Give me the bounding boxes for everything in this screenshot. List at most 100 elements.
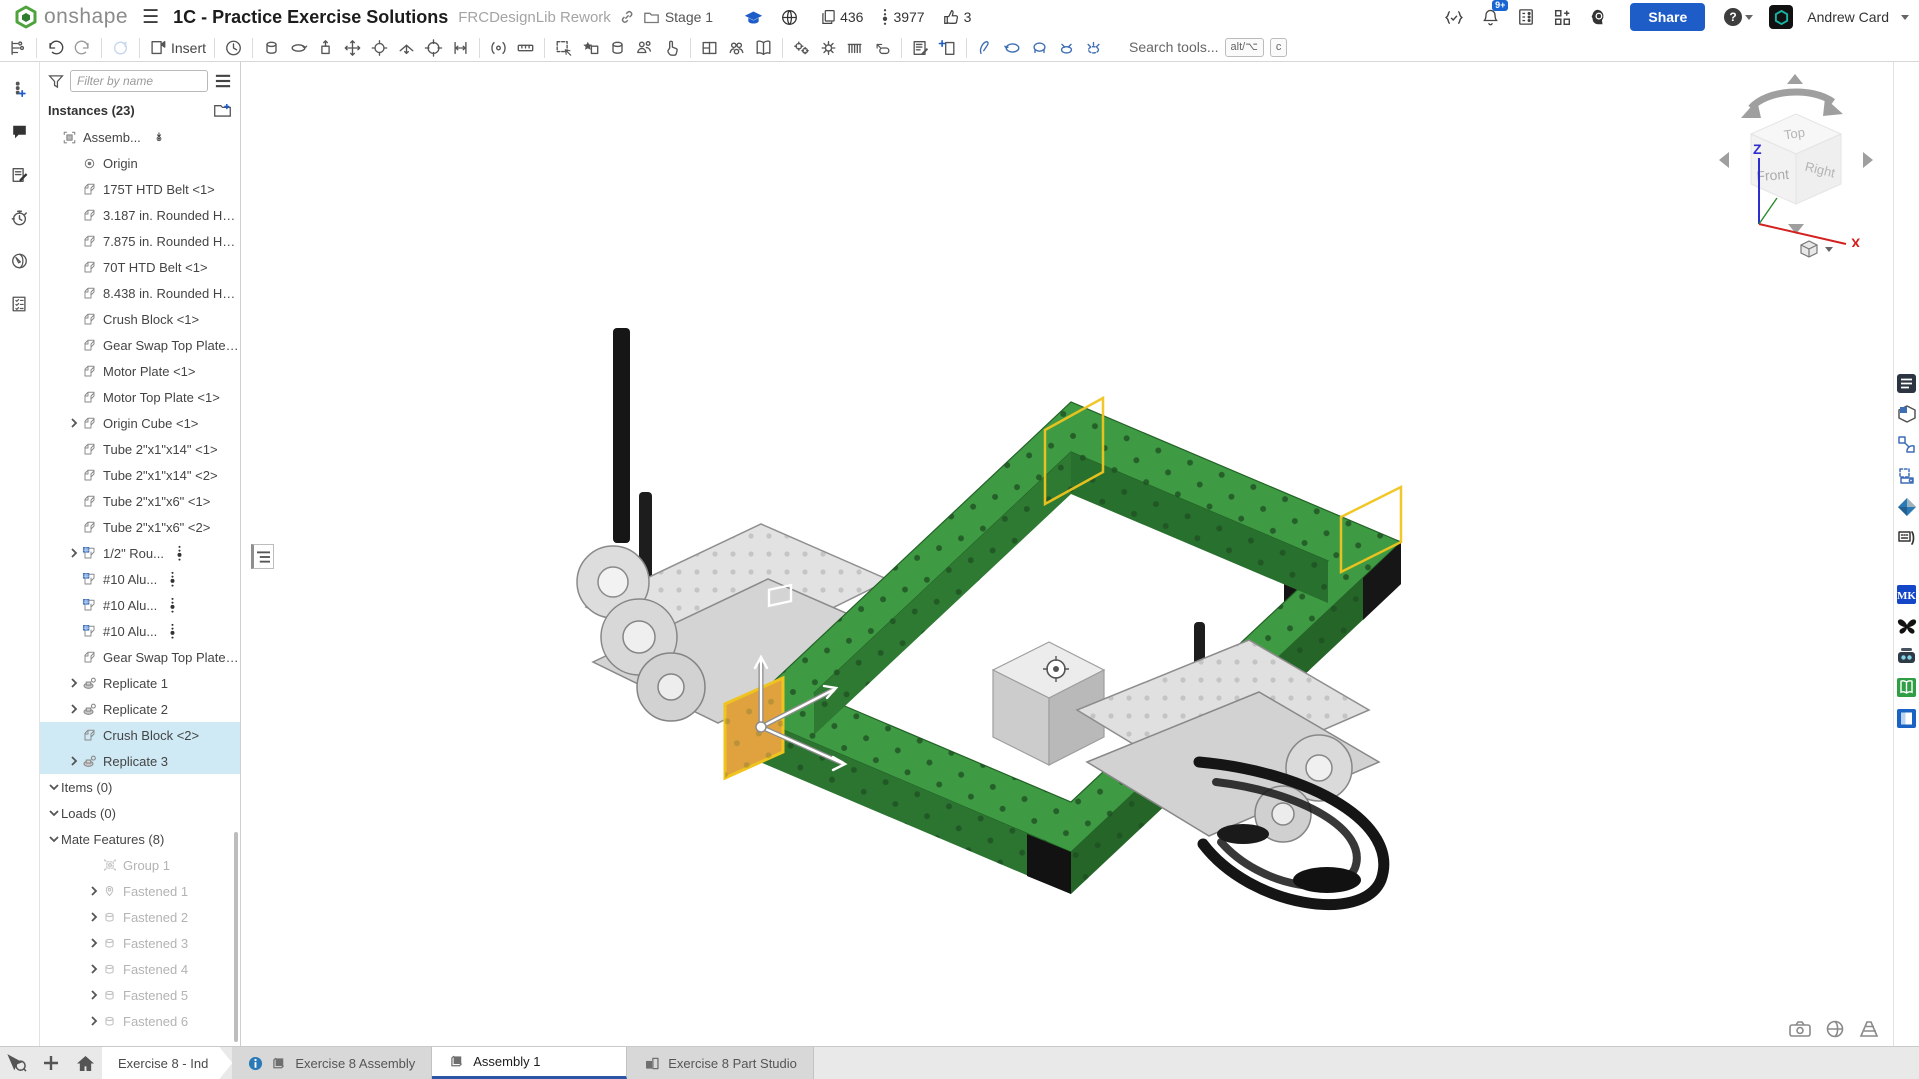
tree-row[interactable]: Tube 2"x1"x14" <2> bbox=[40, 462, 240, 488]
add-tab-button[interactable] bbox=[34, 1047, 68, 1079]
avatar[interactable] bbox=[1769, 5, 1793, 29]
undo-button[interactable] bbox=[42, 35, 69, 61]
copies-stat[interactable]: 436 bbox=[821, 9, 863, 25]
perspective-grid-icon[interactable] bbox=[1859, 1020, 1879, 1038]
tree-section-loads[interactable]: Loads (0) bbox=[40, 800, 240, 826]
expand-chevron-icon[interactable] bbox=[66, 704, 81, 714]
favorites-part-button[interactable] bbox=[577, 35, 604, 61]
assembly-structure-button[interactable] bbox=[4, 35, 31, 61]
tree-row[interactable]: 3.187 in. Rounded Hex... bbox=[40, 202, 240, 228]
workspace-chip[interactable]: Stage 1 bbox=[643, 9, 713, 25]
frame-part-app-button[interactable] bbox=[1896, 465, 1918, 487]
move-part-button[interactable] bbox=[339, 35, 366, 61]
pattern-dots-icon[interactable] bbox=[169, 623, 176, 640]
panel-layout-button[interactable] bbox=[696, 35, 723, 61]
named-views-button[interactable] bbox=[750, 35, 777, 61]
tree-row[interactable]: Assemb... bbox=[40, 124, 240, 150]
expand-chevron-icon[interactable] bbox=[66, 678, 81, 688]
code-check-icon[interactable] bbox=[1440, 4, 1468, 30]
tab-exercise-8-part-studio[interactable]: Exercise 8 Part Studio bbox=[627, 1047, 814, 1079]
translate-button[interactable] bbox=[393, 35, 420, 61]
likes-stat[interactable]: 3 bbox=[943, 9, 972, 25]
pattern-dots-icon[interactable] bbox=[176, 545, 183, 562]
revert-box-button[interactable] bbox=[869, 35, 896, 61]
globe-icon[interactable] bbox=[775, 4, 803, 30]
version-graph-button[interactable] bbox=[7, 248, 33, 274]
home-tab-button[interactable] bbox=[68, 1047, 102, 1079]
burst-blue-button[interactable] bbox=[1080, 35, 1107, 61]
expand-chevron-icon[interactable] bbox=[46, 782, 61, 792]
tree-row[interactable]: 175T HTD Belt <1> bbox=[40, 176, 240, 202]
tree-row[interactable]: Crush Block <2> bbox=[40, 722, 240, 748]
comment-button[interactable] bbox=[7, 119, 33, 145]
menu-icon[interactable]: ☰ bbox=[136, 6, 165, 29]
mate-connector-add-button[interactable] bbox=[7, 76, 33, 102]
gear-button[interactable] bbox=[815, 35, 842, 61]
insert-button[interactable]: Insert bbox=[145, 35, 209, 61]
mate-button[interactable] bbox=[258, 35, 285, 61]
tree-section-mate[interactable]: Mate Features (8) bbox=[40, 826, 240, 852]
tab-assembly-1[interactable]: Assembly 1 bbox=[432, 1047, 627, 1079]
link-icon[interactable] bbox=[619, 9, 635, 25]
snapshot-icon[interactable] bbox=[1789, 1020, 1811, 1038]
assembly-3d-view[interactable] bbox=[241, 62, 1893, 1046]
tree-row[interactable]: Tube 2"x1"x14" <1> bbox=[40, 436, 240, 462]
tree-row[interactable]: Motor Plate <1> bbox=[40, 358, 240, 384]
user-menu-caret-icon[interactable] bbox=[1901, 15, 1909, 20]
tree-row[interactable]: Fastened 4 bbox=[40, 956, 240, 982]
expand-chevron-icon[interactable] bbox=[86, 912, 101, 922]
rack-pinion-button[interactable] bbox=[842, 35, 869, 61]
blue-book-app-button[interactable] bbox=[1896, 707, 1918, 729]
filter-input[interactable] bbox=[70, 70, 208, 92]
config-people-button[interactable] bbox=[723, 35, 750, 61]
tree-row[interactable]: Gear Swap Top Plate ... bbox=[40, 332, 240, 358]
tree-row[interactable]: 8.438 in. Rounded Hex... bbox=[40, 280, 240, 306]
versions-stat[interactable]: 3977 bbox=[881, 8, 924, 26]
help-menu[interactable]: ? bbox=[1723, 7, 1753, 27]
standoff-post[interactable] bbox=[613, 328, 630, 543]
mk-app-button[interactable]: MK bbox=[1896, 583, 1918, 605]
shortcut-keys-app-button[interactable] bbox=[1896, 527, 1918, 549]
tree-row[interactable]: Tube 2"x1"x6" <1> bbox=[40, 488, 240, 514]
new-folder-icon[interactable] bbox=[213, 102, 232, 118]
width-mate-button[interactable] bbox=[447, 35, 474, 61]
funnel-icon[interactable] bbox=[48, 74, 64, 89]
mate-connector-button[interactable] bbox=[312, 35, 339, 61]
cut-list-button[interactable] bbox=[7, 291, 33, 317]
render-mode-icon[interactable] bbox=[1825, 1020, 1845, 1038]
touch-select-button[interactable] bbox=[658, 35, 685, 61]
tree-row[interactable]: Gear Swap Top Plate ... bbox=[40, 644, 240, 670]
tree-row[interactable]: Motor Top Plate <1> bbox=[40, 384, 240, 410]
tree-row[interactable]: Fastened 5 bbox=[40, 982, 240, 1008]
feature-list-app-button[interactable] bbox=[1896, 372, 1918, 394]
green-book-app-button[interactable] bbox=[1896, 676, 1918, 698]
tab-exercise-8-assembly[interactable]: Exercise 8 Assembly bbox=[232, 1047, 432, 1079]
gem-app-button[interactable] bbox=[1896, 496, 1918, 518]
tree-row[interactable]: Crush Block <1> bbox=[40, 306, 240, 332]
origin-cube[interactable] bbox=[993, 642, 1104, 765]
tree-row[interactable]: Origin Cube <1> bbox=[40, 410, 240, 436]
sheet-edit-button[interactable] bbox=[907, 35, 934, 61]
view-cube[interactable]: Top Front Right Z X bbox=[1711, 72, 1881, 247]
assistant-icon[interactable] bbox=[1584, 4, 1612, 30]
rotate-all-button[interactable] bbox=[366, 35, 393, 61]
pattern-dots-icon[interactable] bbox=[169, 571, 176, 588]
graphics-viewport[interactable]: Top Front Right Z X bbox=[241, 62, 1893, 1046]
tree-row[interactable]: Group 1 bbox=[40, 852, 240, 878]
tree-row[interactable]: #10 Alu... bbox=[40, 566, 240, 592]
fork-blue-button[interactable] bbox=[1053, 35, 1080, 61]
tab-exercise-8-ind[interactable]: Exercise 8 - Ind bbox=[102, 1047, 232, 1079]
rotate-mate-button[interactable] bbox=[285, 35, 312, 61]
tree-row[interactable]: Origin bbox=[40, 150, 240, 176]
expand-chevron-icon[interactable] bbox=[86, 964, 101, 974]
tree-row[interactable]: Fastened 2 bbox=[40, 904, 240, 930]
cube-grid-app-button[interactable] bbox=[1896, 403, 1918, 425]
stopwatch-button[interactable] bbox=[7, 205, 33, 231]
redo-button[interactable] bbox=[69, 35, 96, 61]
loop-blue-button[interactable] bbox=[1026, 35, 1053, 61]
panel-scrollbar[interactable] bbox=[234, 832, 238, 1042]
tree-row[interactable]: Fastened 1 bbox=[40, 878, 240, 904]
tree-row[interactable]: Fastened 6 bbox=[40, 1008, 240, 1034]
tree-row[interactable]: Replicate 2 bbox=[40, 696, 240, 722]
expand-chevron-icon[interactable] bbox=[46, 834, 61, 844]
